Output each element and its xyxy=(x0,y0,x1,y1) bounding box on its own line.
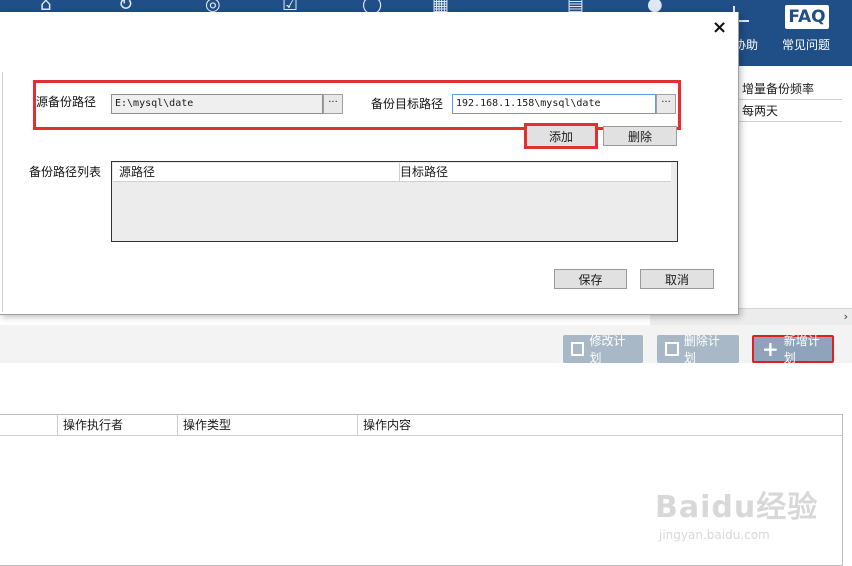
delete-plan-button[interactable]: 删除计划 xyxy=(657,334,739,365)
add-plan-label: 新增计划 xyxy=(783,334,820,365)
backup-path-list[interactable]: 源路径 目标路径 xyxy=(111,161,678,242)
log-table-header: 操作执行者 操作类型 操作内容 xyxy=(0,415,842,436)
col-operator[interactable]: 操作执行者 xyxy=(57,415,183,435)
source-browse-button[interactable]: ··· xyxy=(323,94,343,114)
watermark-logo: Baidu经验 xyxy=(655,490,819,525)
grid-header-incremental-frequency: 增量备份频率 xyxy=(738,78,842,100)
col-operation-content[interactable]: 操作内容 xyxy=(357,415,843,435)
col-target-path[interactable]: 目标路径 xyxy=(394,163,670,181)
trash-icon xyxy=(665,342,679,356)
backup-path-dialog: × 源备份路径 E:\mysql\date ··· 备份目标路径 192.168… xyxy=(0,12,739,315)
plus-icon: + xyxy=(762,337,779,361)
delete-path-button[interactable]: 删除 xyxy=(603,126,677,146)
baidu-watermark: Baidu经验 jingyan.baidu.com xyxy=(655,482,818,542)
target-path-label: 备份目标路径 xyxy=(371,97,444,111)
backup-plan-grid: 增量备份频率 每两天 xyxy=(737,78,842,324)
source-path-label: 源备份路径 xyxy=(36,95,97,109)
watermark-url: jingyan.baidu.com xyxy=(659,528,770,542)
edit-plan-button[interactable]: 修改计划 xyxy=(563,334,643,365)
faq-label[interactable]: 常见问题 xyxy=(782,36,830,53)
faq-icon[interactable]: FAQ xyxy=(785,5,829,29)
edit-plan-label: 修改计划 xyxy=(589,334,626,365)
source-path-field[interactable]: E:\mysql\date xyxy=(111,94,323,114)
target-browse-button[interactable]: ··· xyxy=(656,94,676,114)
add-path-button[interactable]: 添加 xyxy=(524,123,598,149)
close-icon[interactable]: × xyxy=(712,17,727,38)
scroll-right-icon[interactable]: › xyxy=(844,310,848,323)
edit-icon xyxy=(571,342,585,356)
path-list-label: 备份路径列表 xyxy=(29,165,102,179)
dialog-divider xyxy=(2,72,3,312)
col-operation-type[interactable]: 操作类型 xyxy=(177,415,363,435)
add-plan-button[interactable]: + 新增计划 xyxy=(752,334,834,365)
save-button[interactable]: 保存 xyxy=(554,269,627,289)
target-path-field[interactable]: 192.168.1.158\mysql\date xyxy=(452,94,656,114)
col-source-path[interactable]: 源路径 xyxy=(113,163,400,181)
path-list-header: 源路径 目标路径 xyxy=(113,163,671,182)
delete-plan-label: 删除计划 xyxy=(683,334,720,365)
cancel-button[interactable]: 取消 xyxy=(640,269,714,289)
grid-cell-frequency[interactable]: 每两天 xyxy=(738,100,842,122)
